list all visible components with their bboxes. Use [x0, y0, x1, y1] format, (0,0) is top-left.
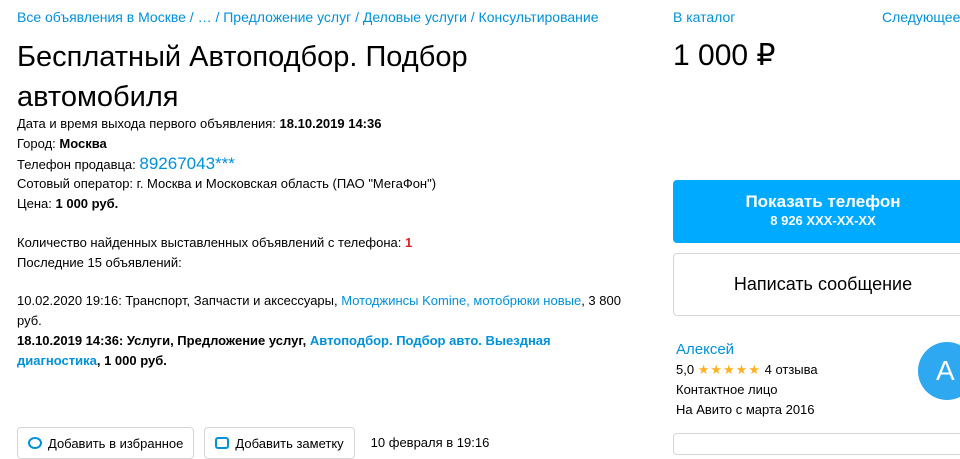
phone-label: Телефон продавца:: [17, 157, 136, 172]
count-row: Количество найденных выставленных объявл…: [17, 233, 657, 253]
first-posted-value: 18.10.2019 14:36: [279, 116, 382, 131]
history-item-meta: 18.10.2019 14:36: Услуги, Предложение ус…: [17, 333, 307, 348]
city-row: Город: Москва: [17, 134, 657, 154]
add-favorite-label: Добавить в избранное: [48, 435, 184, 451]
breadcrumb-text[interactable]: Все объявления в Москве / … / Предложени…: [17, 9, 599, 25]
count-value: 1: [405, 235, 413, 250]
price-row: Цена: 1 000 руб.: [17, 194, 657, 214]
seller-name-link[interactable]: Алексей: [676, 340, 818, 360]
price: 1 000 ₽: [673, 39, 776, 72]
seller-type: Контактное лицо: [676, 382, 778, 397]
breadcrumb[interactable]: Все объявления в Москве / … / Предложени…: [17, 9, 599, 25]
price-label: Цена:: [17, 196, 52, 211]
add-favorite-button[interactable]: Добавить в избранное: [17, 427, 195, 459]
phone-row: Телефон продавца: 89267043***: [17, 154, 657, 174]
write-message-button[interactable]: Написать сообщение: [673, 253, 960, 316]
show-phone-label: Показать телефон: [745, 192, 901, 211]
rating-value: 5,0: [676, 362, 695, 377]
last-ads-label: Последние 15 объявлений:: [17, 255, 182, 270]
first-posted-row: Дата и время выхода первого объявления: …: [17, 114, 657, 134]
history-item-meta: 10.02.2020 19:16: Транспорт, Запчасти и …: [17, 293, 338, 308]
bottom-actions: Добавить в избранное Добавить заметку 10…: [17, 427, 489, 459]
avatar[interactable]: А: [918, 342, 960, 400]
masked-phone-number: 8 926 XXX-XX-XX: [770, 213, 876, 228]
reviews-count: 4 отзыва: [764, 362, 818, 377]
history-item: 18.10.2019 14:36: Услуги, Предложение ус…: [17, 331, 637, 371]
history-item: 10.02.2020 19:16: Транспорт, Запчасти и …: [17, 291, 637, 331]
seller-info: Алексей 5,0 ★★★★★ 4 отзыва Контактное ли…: [676, 340, 818, 420]
next-ad-link[interactable]: Следующее: [882, 9, 960, 25]
phone-link[interactable]: 89267043***: [139, 154, 234, 173]
add-note-button[interactable]: Добавить заметку: [204, 427, 355, 459]
count-label: Количество найденных выставленных объявл…: [17, 235, 402, 250]
add-note-label: Добавить заметку: [235, 435, 344, 451]
seller-rating[interactable]: 5,0 ★★★★★ 4 отзыва: [676, 360, 818, 380]
star-rating-icon: ★★★★★: [697, 362, 761, 377]
first-posted-label: Дата и время выхода первого объявления:: [17, 116, 276, 131]
posted-date: 10 февраля в 19:16: [370, 435, 490, 450]
ad-history-list: 10.02.2020 19:16: Транспорт, Запчасти и …: [17, 291, 657, 371]
city-label: Город:: [17, 136, 56, 151]
operator-row: Сотовый оператор: г. Москва и Московская…: [17, 176, 437, 191]
ad-details: Дата и время выхода первого объявления: …: [17, 114, 657, 371]
show-phone-button[interactable]: Показать телефон 8 926 XXX-XX-XX: [673, 180, 960, 243]
seller-since: На Авито с марта 2016: [676, 402, 815, 417]
catalog-link[interactable]: В каталог: [673, 9, 735, 25]
history-item-link[interactable]: Мотоджинсы Komine, мотобрюки новые: [341, 293, 581, 308]
city-value: Москва: [59, 136, 107, 151]
page-title: Бесплатный Автоподбор. Подбор автомобиля: [17, 41, 468, 113]
note-icon: [215, 437, 230, 449]
heart-icon: [28, 437, 42, 449]
seller-extra-box: [673, 433, 960, 455]
price-value: 1 000 руб.: [55, 196, 119, 211]
history-item-price: , 1 000 руб.: [96, 353, 167, 368]
